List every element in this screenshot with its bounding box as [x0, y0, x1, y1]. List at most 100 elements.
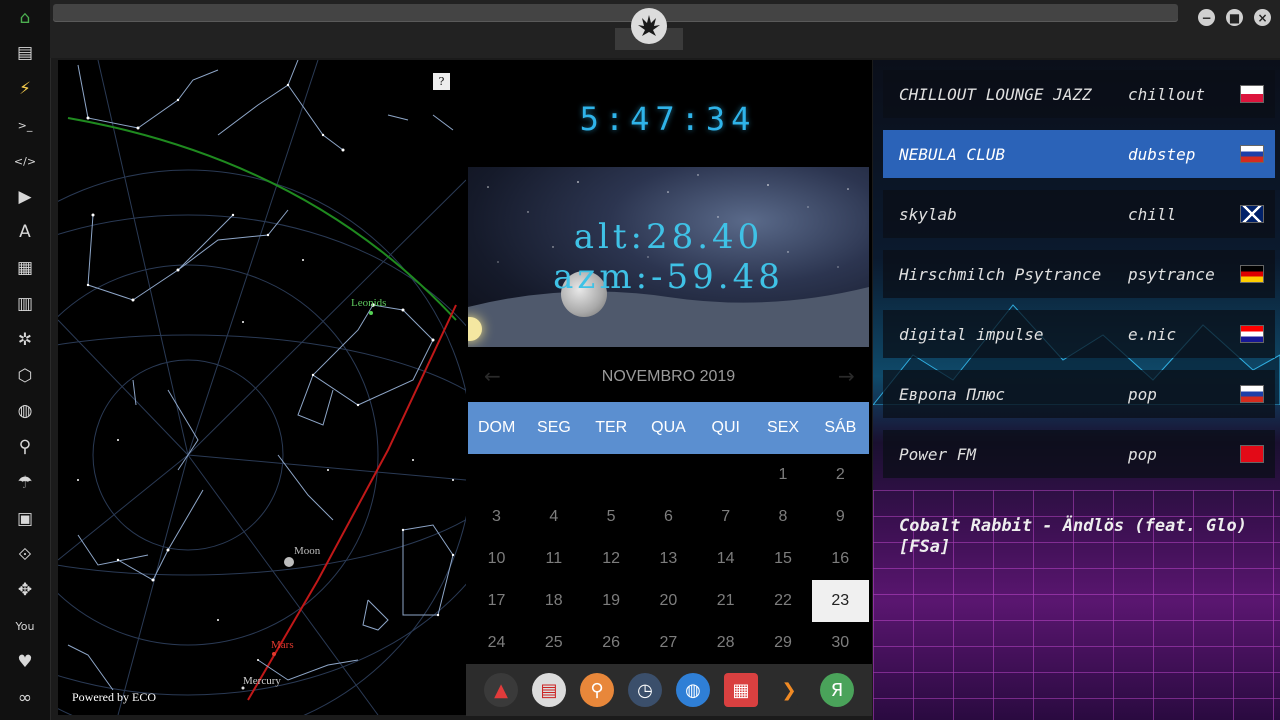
calendar-day[interactable]: 16 — [812, 538, 869, 580]
uk-flag-icon — [1240, 205, 1264, 223]
radio-station-item[interactable]: CHILLOUT LOUNGE JAZZ chillout — [883, 70, 1275, 118]
calendar-day[interactable]: 7 — [697, 496, 754, 538]
leonids-label: Leonids — [351, 297, 386, 309]
calendar-day[interactable]: 22 — [755, 580, 812, 622]
calendar-day[interactable]: 17 — [468, 580, 525, 622]
calendar-day-today[interactable]: 23 — [811, 580, 869, 622]
next-month-button[interactable]: → — [838, 364, 855, 388]
heart-icon[interactable]: ♥ — [13, 650, 37, 674]
star-map[interactable]: Leonids Moon Mars Mercury — [58, 60, 466, 715]
calendar-app-icon[interactable]: ▦ — [724, 673, 758, 707]
calendar-day[interactable]: 3 — [468, 496, 525, 538]
arrow-app-icon[interactable]: ❯ — [772, 673, 806, 707]
hexagon-icon[interactable]: ⬡ — [13, 364, 37, 388]
code-icon[interactable]: </> — [13, 149, 37, 173]
calendar-day[interactable]: 24 — [468, 622, 525, 664]
station-name: Hirschmilch Psytrance — [899, 264, 1102, 284]
calendar-day[interactable]: 21 — [697, 580, 754, 622]
terminal-icon[interactable]: >_ — [13, 113, 37, 137]
calendar-day[interactable]: 2 — [812, 454, 869, 496]
expand-icon[interactable]: ✥ — [13, 579, 37, 603]
lightning-icon[interactable]: ⚡ — [13, 78, 37, 102]
play-icon[interactable]: ▶ — [13, 185, 37, 209]
calendar-day[interactable]: 25 — [525, 622, 582, 664]
station-genre: chillout — [1128, 84, 1206, 104]
leonids-marker — [369, 311, 373, 315]
document-icon[interactable]: ▤ — [13, 42, 37, 66]
calendar-day[interactable]: 18 — [525, 580, 582, 622]
radio-station-item[interactable]: Power FM pop — [883, 430, 1275, 478]
calendar-day[interactable]: 30 — [812, 622, 869, 664]
youtube-icon[interactable]: You — [13, 615, 37, 639]
calendar-day[interactable]: 13 — [640, 538, 697, 580]
calendar-day[interactable]: 4 — [525, 496, 582, 538]
station-name: Европа Плюс — [899, 384, 1005, 404]
russia-flag-icon — [1240, 145, 1264, 163]
address-bar[interactable] — [53, 4, 1178, 22]
yandex-app-icon[interactable]: Я — [820, 673, 854, 707]
radio-station-item[interactable]: Hirschmilch Psytrance psytrance — [883, 250, 1275, 298]
close-button[interactable]: × — [1254, 9, 1271, 26]
calendar-weekdays: DOM SEG TER QUA QUI SEX SÁB — [468, 402, 869, 454]
calendar-day[interactable]: 6 — [640, 496, 697, 538]
infinity-icon[interactable]: ∞ — [13, 686, 37, 710]
calendar-day[interactable]: 12 — [583, 538, 640, 580]
radio-station-item[interactable]: Европа Плюс pop — [883, 370, 1275, 418]
globe-icon[interactable]: ◍ — [13, 400, 37, 424]
help-button[interactable]: ? — [433, 73, 450, 90]
moon-marker[interactable] — [284, 557, 294, 567]
calendar-day[interactable]: 11 — [525, 538, 582, 580]
calendar-grid: 1 2 3 4 5 6 7 8 9 10 11 12 13 14 15 16 17 18 19 20 21 22 23 24 2… — [468, 454, 869, 664]
contacts-icon[interactable]: ▣ — [13, 507, 37, 531]
mercury-label: Mercury — [243, 675, 281, 687]
calendar-day[interactable]: 1 — [755, 454, 812, 496]
calendar-day[interactable]: 29 — [755, 622, 812, 664]
app-red-triangle-icon[interactable]: ▲ — [484, 673, 518, 707]
station-genre: pop — [1128, 384, 1157, 404]
radio-station-item[interactable]: skylab chill — [883, 190, 1275, 238]
image-icon[interactable]: ▦ — [13, 257, 37, 281]
calendar-day[interactable]: 20 — [640, 580, 697, 622]
radio-station-item[interactable]: NEBULA CLUB dubstep — [883, 130, 1275, 178]
calendar-day[interactable]: 5 — [583, 496, 640, 538]
code-fork-icon[interactable]: ⟐ — [13, 543, 37, 567]
radio-station-item[interactable]: digital impulse e.nic — [883, 310, 1275, 358]
station-genre: e.nic — [1128, 324, 1177, 344]
translate-icon[interactable]: A — [13, 221, 37, 245]
moon-azimuth: azm:-59.48 — [553, 257, 784, 297]
umbrella-icon[interactable]: ☂ — [13, 471, 37, 495]
calendar-day[interactable]: 26 — [583, 622, 640, 664]
rebel-alliance-icon[interactable] — [631, 8, 667, 44]
rebel-logo-shape — [638, 15, 660, 36]
station-name: skylab — [899, 204, 957, 224]
minimize-button[interactable]: − — [1198, 9, 1215, 26]
newspaper-icon[interactable]: ▥ — [13, 292, 37, 316]
poland-flag-icon — [1240, 85, 1264, 103]
calendar-day[interactable]: 10 — [468, 538, 525, 580]
moon-label: Moon — [294, 545, 321, 557]
search-app-icon[interactable]: ⚲ — [580, 673, 614, 707]
calendar-day[interactable]: 15 — [755, 538, 812, 580]
empire-icon[interactable]: ✲ — [13, 328, 37, 352]
station-name: NEBULA CLUB — [899, 144, 1005, 164]
station-genre: dubstep — [1128, 144, 1196, 164]
calendar-day[interactable]: 19 — [583, 580, 640, 622]
news-app-icon[interactable]: ▤ — [532, 673, 566, 707]
calendar-month-label: NOVEMBRO 2019 — [601, 368, 736, 385]
globe-app-icon[interactable]: ◍ — [676, 673, 710, 707]
calendar-day[interactable]: 8 — [755, 496, 812, 538]
calendar-day[interactable]: 9 — [812, 496, 869, 538]
star-map-canvas[interactable]: Leonids Moon Mars Mercury — [58, 60, 466, 715]
calendar-day[interactable]: 28 — [697, 622, 754, 664]
weekday-header: SÁB — [824, 419, 857, 436]
calendar-day[interactable]: 27 — [640, 622, 697, 664]
clock-app-icon[interactable]: ◷ — [628, 673, 662, 707]
moon-altitude: alt:28.40 — [573, 217, 764, 257]
search-icon[interactable]: ⚲ — [13, 436, 37, 460]
calendar-day[interactable]: 14 — [697, 538, 754, 580]
weekday-header: SEX — [767, 419, 800, 436]
mars-label: Mars — [271, 639, 294, 651]
maximize-button[interactable]: ■ — [1226, 9, 1243, 26]
window-titlebar: − ■ × — [50, 0, 1280, 58]
home-icon[interactable]: ⌂ — [13, 6, 37, 30]
